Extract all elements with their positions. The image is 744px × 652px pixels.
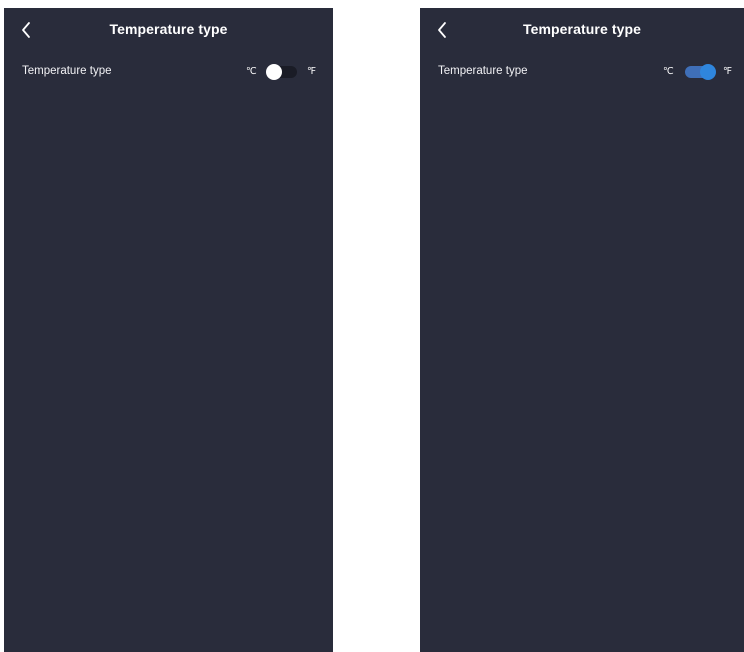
top-bar: Temperature type [420,8,744,52]
temperature-type-row: Temperature type ℃ ℉ [4,58,333,86]
comparison-canvas: Temperature type Temperature type ℃ ℉ Te… [0,0,744,652]
settings-screen-fahrenheit: Temperature type Temperature type ℃ ℉ [420,8,744,652]
setting-label: Temperature type [438,65,528,77]
temperature-unit-toggle[interactable] [685,64,716,80]
fahrenheit-label: ℉ [307,66,317,77]
settings-screen-celsius: Temperature type Temperature type ℃ ℉ [4,8,333,652]
page-title: Temperature type [522,21,642,37]
celsius-label: ℃ [663,66,674,77]
top-bar: Temperature type [4,8,333,52]
temperature-unit-toggle[interactable] [266,64,297,80]
setting-label: Temperature type [22,65,112,77]
toggle-knob [700,64,716,80]
fahrenheit-label: ℉ [723,66,733,77]
page-title: Temperature type [109,21,228,37]
toggle-knob [266,64,282,80]
celsius-label: ℃ [246,66,257,77]
temperature-type-row: Temperature type ℃ ℉ [420,58,744,86]
